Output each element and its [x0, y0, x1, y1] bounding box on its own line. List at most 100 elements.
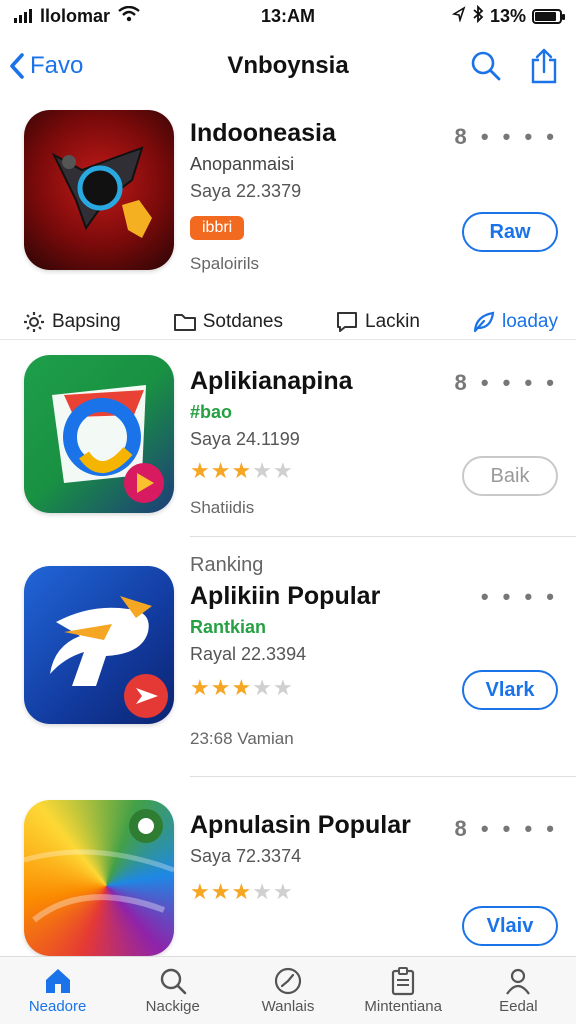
app-footer: Shatiidis — [190, 498, 255, 517]
filter-item-lackin[interactable]: Lackin — [335, 310, 420, 334]
chevron-left-icon — [10, 53, 24, 79]
star-icon: ★ — [210, 458, 231, 483]
filter-item-sotdanes[interactable]: Sotdanes — [173, 310, 283, 334]
app-row[interactable]: Ranking Aplikiin Popular Rantkian Rayal … — [0, 552, 576, 762]
app-name: Aplikiin Popular — [190, 582, 381, 610]
app-subtitle: Rantkian — [190, 617, 267, 637]
status-right: 13% — [451, 4, 565, 28]
nav-actions — [470, 48, 558, 84]
home-icon — [45, 969, 70, 993]
star-rating: ★ ★ ★ ★ ★ — [190, 881, 466, 903]
more-options-button[interactable]: 8 • • • • — [455, 124, 559, 150]
get-button[interactable]: Vlaiv — [462, 906, 558, 946]
tab-neadore[interactable]: Neadore — [3, 966, 113, 1015]
star-icon: ★ — [272, 458, 293, 483]
app-meta: Saya 22.3379 — [190, 181, 302, 201]
star-icon: ★ — [272, 879, 293, 904]
star-rating: ★ ★ ★ ★ ★ — [190, 677, 456, 699]
get-button[interactable]: Raw — [462, 212, 558, 252]
location-icon — [451, 5, 466, 27]
battery-icon — [532, 8, 565, 24]
tab-bar: Neadore Nackige Wanlais Mintentiana Eeda… — [0, 956, 576, 1024]
star-icon: ★ — [272, 675, 293, 700]
bluetooth-icon — [472, 4, 484, 28]
chat-icon — [337, 311, 358, 332]
back-label: Favo — [30, 52, 84, 79]
get-button[interactable]: Vlark — [462, 670, 558, 710]
app-subtitle: Anopanmaisi — [190, 154, 295, 174]
carrier-label: llolomar — [40, 5, 111, 26]
more-options-button[interactable]: • • • • — [481, 584, 558, 610]
app-meta: Saya 24.1199 — [190, 429, 300, 449]
app-icon-aplikianapina[interactable] — [24, 355, 174, 513]
star-icon: ★ — [210, 879, 231, 904]
app-info: Indooneasia Anopanmaisi Saya 22.3379 ibb… — [190, 118, 466, 274]
more-options-button[interactable]: 8 • • • • — [455, 370, 559, 396]
gear-icon — [24, 311, 44, 332]
tab-eedal[interactable]: Eedal — [463, 966, 573, 1015]
wifi-icon — [118, 5, 140, 27]
app-meta: Saya 72.3374 — [190, 846, 302, 866]
clock-icon — [274, 967, 302, 995]
app-icon-indooneasia[interactable] — [24, 110, 174, 270]
star-rating: ★ ★ ★ ★ ★ — [190, 460, 466, 482]
app-row[interactable]: Indooneasia Anopanmaisi Saya 22.3379 ibb… — [0, 110, 576, 290]
nav-bar: Favo Vnboynsia — [0, 38, 576, 94]
app-meta: Rayal 22.3394 — [190, 644, 307, 664]
tab-nackige[interactable]: Nackige — [118, 966, 228, 1015]
filter-label: loaday — [501, 310, 558, 332]
star-icon: ★ — [231, 879, 252, 904]
tab-label: Nackige — [145, 998, 200, 1015]
tab-mintentiana[interactable]: Mintentiana — [348, 966, 458, 1015]
app-row[interactable]: Apnulasin Popular Saya 72.3374 ★ ★ ★ ★ ★ 8 •… — [0, 796, 576, 956]
divider — [190, 536, 576, 537]
app-name: Apnulasin Popular — [190, 811, 411, 839]
search-icon[interactable] — [470, 50, 502, 82]
leaf-icon — [473, 311, 495, 332]
battery-percent: 13% — [489, 5, 526, 26]
app-kicker: Ranking — [190, 554, 264, 576]
star-icon: ★ — [190, 458, 210, 483]
app-name: Aplikianapina — [190, 367, 353, 395]
tab-label: Eedal — [499, 998, 538, 1015]
app-footer: 23:68 Vamian — [190, 729, 294, 748]
signal-icon — [14, 9, 32, 23]
filter-label: Bapsing — [52, 310, 121, 332]
filter-item-loaday[interactable]: loaday — [472, 310, 558, 334]
filter-item-bapsing[interactable]: Bapsing — [22, 310, 121, 334]
status-left: llolomar — [14, 5, 140, 27]
app-info: Ranking Aplikiin Popular Rantkian Rayal … — [190, 554, 456, 749]
app-subtitle: #bao — [190, 402, 233, 422]
clipboard-icon — [392, 967, 415, 996]
star-icon: ★ — [190, 879, 210, 904]
get-button[interactable]: Baik — [462, 456, 558, 496]
app-icon-apnulasin-popular[interactable] — [24, 800, 174, 956]
tab-label: Mintentiana — [364, 998, 442, 1015]
tab-label: Neadore — [28, 998, 87, 1015]
app-footer: Spaloirils — [190, 254, 259, 273]
person-icon — [506, 968, 531, 995]
tab-wanlais[interactable]: Wanlais — [233, 966, 343, 1015]
star-icon: ★ — [231, 458, 252, 483]
more-options-button[interactable]: 8 • • • • — [455, 816, 559, 842]
filter-bar: Bapsing Sotdanes Lackin loaday — [0, 304, 576, 340]
back-button[interactable]: Favo — [8, 52, 83, 80]
app-row[interactable]: Aplikianapina #bao Saya 24.1199 ★ ★ ★ ★ ★ Sh… — [0, 352, 576, 532]
star-icon: ★ — [252, 458, 272, 483]
star-icon: ★ — [190, 675, 210, 700]
app-info: Apnulasin Popular Saya 72.3374 ★ ★ ★ ★ ★ — [190, 810, 466, 903]
share-icon[interactable] — [530, 48, 558, 84]
app-icon-aplikiin-popular[interactable] — [24, 566, 174, 724]
star-icon: ★ — [210, 675, 231, 700]
status-bar: llolomar 13:AM 13% — [0, 0, 576, 32]
star-icon: ★ — [231, 675, 252, 700]
star-icon: ★ — [252, 675, 272, 700]
filter-label: Sotdanes — [202, 310, 283, 332]
filter-label: Lackin — [365, 310, 420, 332]
star-icon: ★ — [252, 879, 272, 904]
folder-icon — [173, 313, 196, 331]
search-icon — [160, 968, 187, 995]
app-info: Aplikianapina #bao Saya 24.1199 ★ ★ ★ ★ ★ Sh… — [190, 366, 466, 518]
app-name: Indooneasia — [190, 119, 336, 147]
tab-label: Wanlais — [261, 998, 315, 1015]
